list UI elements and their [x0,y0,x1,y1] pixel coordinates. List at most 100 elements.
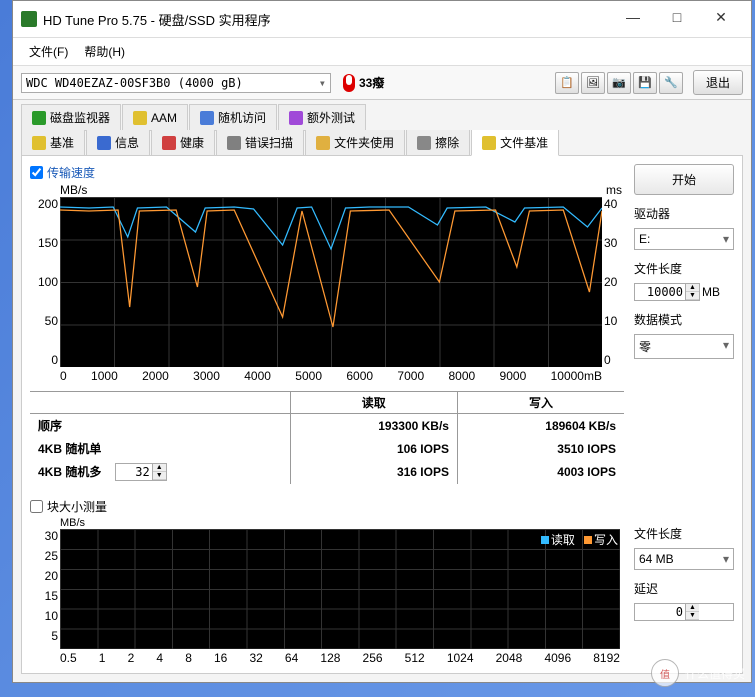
tab-label: 健康 [180,134,204,151]
transfer-checkbox[interactable] [30,166,43,179]
tab-icon [32,111,46,125]
y-unit: MB/s [60,183,87,197]
y2-unit: ms [606,183,622,197]
tab-文件基准[interactable]: 文件基准 [471,130,559,156]
chart-transfer: 200150100500 403020100 [60,197,602,367]
filelen-spinner[interactable]: ▲▼ [634,283,700,301]
toolbar: WDC WD40EZAZ-00SF3B0 (4000 gB) 33癈 📋 🖼 📷… [13,66,751,100]
blocksize-check[interactable]: 块大小测量 [30,498,624,515]
copy-button[interactable]: 📋 [555,72,579,94]
left-panel: 传输速度 MB/s ms 200150100500 403020100 0100… [30,164,624,665]
mode-select[interactable]: 零 [634,334,734,359]
exit-button[interactable]: 退出 [693,70,743,95]
window-title: HD Tune Pro 5.75 - 硬盘/SSD 实用程序 [43,10,611,29]
filelen-unit: MB [702,285,720,299]
titlebar: HD Tune Pro 5.75 - 硬盘/SSD 实用程序 — □ ✕ [13,1,751,38]
tab-label: 额外测试 [307,109,355,126]
legend-read-swatch [541,536,549,544]
row-sequential: 顺序193300 KB/s189604 KB/s [30,414,624,438]
tab-错误扫描[interactable]: 错误扫描 [216,130,304,156]
tab-label: AAM [151,111,177,125]
filelen2-select[interactable]: 64 MB [634,548,734,570]
tab-文件夹使用[interactable]: 文件夹使用 [305,130,405,156]
tab-健康[interactable]: 健康 [151,130,215,156]
temperature: 33癈 [343,74,384,92]
close-button[interactable]: ✕ [699,7,743,31]
tab-基准[interactable]: 基准 [21,130,85,156]
tabs-row1: 磁盘监视器 AAM 随机访问 额外测试 [13,100,751,130]
tab-label: 基准 [50,134,74,151]
tab-icon [200,111,214,125]
tab-磁盘监视器[interactable]: 磁盘监视器 [21,104,121,131]
drive-label: 驱动器 [634,205,734,222]
qd-spinner[interactable]: ▲▼ [115,463,167,481]
filelen-label: 文件长度 [634,260,734,277]
maximize-button[interactable]: □ [655,7,699,31]
delay-label: 延迟 [634,580,734,597]
menu-help[interactable]: 帮助(H) [76,41,133,62]
col-write: 写入 [457,392,624,414]
filelen-input[interactable] [635,284,685,300]
transfer-label: 传输速度 [47,164,95,181]
delay-input[interactable] [635,604,685,620]
chart-svg [60,197,602,367]
y2-ticks: 403020100 [604,197,624,367]
qd-input[interactable] [116,464,152,480]
col-read: 读取 [290,392,457,414]
settings-button[interactable]: 🔧 [659,72,683,94]
menu-file[interactable]: 文件(F) [21,41,76,62]
tab-icon [97,136,111,150]
blocksize-checkbox[interactable] [30,500,43,513]
tab-icon [227,136,241,150]
legend-write-swatch [584,536,592,544]
chart2-legend: 读取 写入 [535,531,618,548]
y-ticks: 200150100500 [32,197,58,367]
tab-AAM[interactable]: AAM [122,104,188,131]
row-4kb-single: 4KB 随机单106 IOPS3510 IOPS [30,437,624,460]
transfer-speed-check[interactable]: 传输速度 [30,164,624,181]
chart-blocksize: 30252015105 读取 写入 [60,529,620,649]
start-button[interactable]: 开始 [634,164,734,195]
legend-write: 写入 [594,533,618,547]
watermark-badge: 值 [651,659,679,687]
filelen-row: ▲▼ MB [634,283,734,301]
x-ticks: 0100020003000400050006000700080009000100… [60,369,602,383]
tab-label: 信息 [115,134,139,151]
tab-icon [133,111,147,125]
thermometer-icon [343,74,355,92]
app-window: HD Tune Pro 5.75 - 硬盘/SSD 实用程序 — □ ✕ 文件(… [12,0,752,683]
tab-icon [162,136,176,150]
drive-select[interactable]: E: [634,228,734,250]
filelen2-label: 文件长度 [634,525,734,542]
read-line [60,207,602,249]
temp-value: 33癈 [359,74,384,91]
tab-icon [316,136,330,150]
tab-擦除[interactable]: 擦除 [406,130,470,156]
tab-信息[interactable]: 信息 [86,130,150,156]
chart2-xticks: 0.512481632641282565121024204840968192 [60,651,620,665]
save-button[interactable]: 💾 [633,72,657,94]
chart2-yticks: 30252015105 [32,529,58,649]
device-combo[interactable]: WDC WD40EZAZ-00SF3B0 (4000 gB) [21,73,331,93]
menubar: 文件(F) 帮助(H) [13,38,751,66]
tab-label: 文件夹使用 [334,134,394,151]
tab-label: 错误扫描 [245,134,293,151]
minimize-button[interactable]: — [611,7,655,31]
watermark-text: 什么值得买 [685,665,745,682]
right-panel: 开始 驱动器 E: 文件长度 ▲▼ MB 数据模式 零 文件长度 64 MB 延… [634,164,734,665]
tab-label: 磁盘监视器 [50,109,110,126]
tab-额外测试[interactable]: 额外测试 [278,104,366,131]
tab-icon [417,136,431,150]
legend-read: 读取 [551,533,575,547]
blocksize-section: 块大小测量 MB/s 30252015105 读取 写入 0.512481632… [30,498,624,665]
app-icon [21,11,37,27]
results-table: 读取写入 顺序193300 KB/s189604 KB/s 4KB 随机单106… [30,391,624,484]
row-4kb-multi: 4KB 随机多 ▲▼ 316 IOPS4003 IOPS [30,460,624,484]
camera-button[interactable]: 📷 [607,72,631,94]
watermark: 值 什么值得买 [651,659,745,687]
write-line [60,210,602,327]
screenshot-button[interactable]: 🖼 [581,72,605,94]
tab-label: 擦除 [435,134,459,151]
delay-spinner[interactable]: ▲▼ [634,603,734,621]
tab-随机访问[interactable]: 随机访问 [189,104,277,131]
